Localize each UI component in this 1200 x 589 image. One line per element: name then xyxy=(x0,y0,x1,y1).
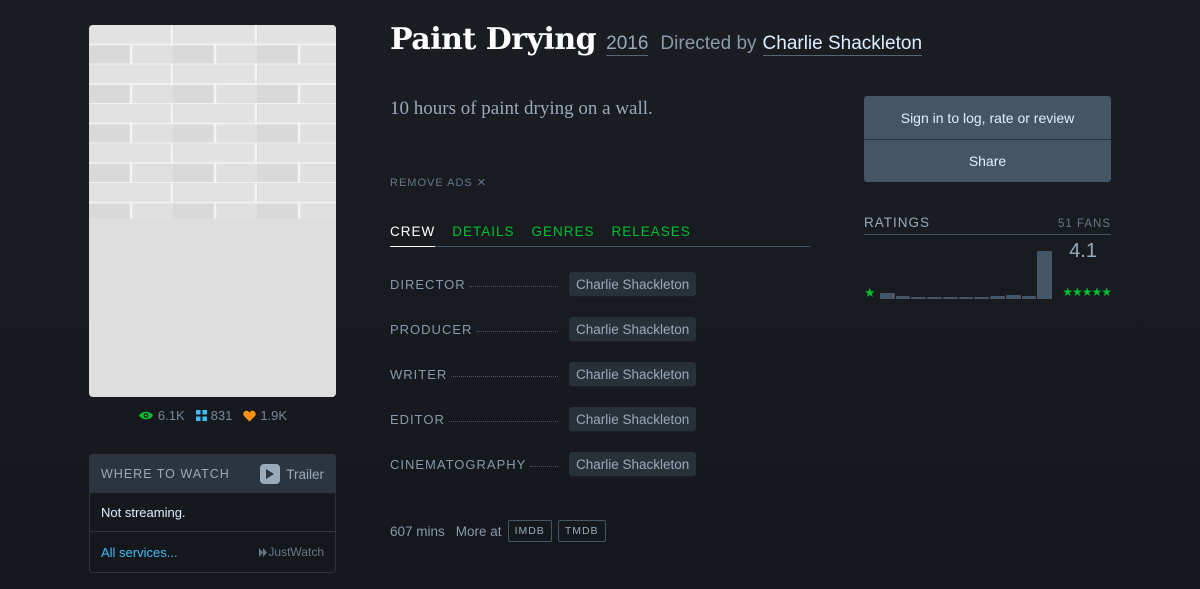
crew-person-button[interactable]: Charlie Shackleton xyxy=(569,407,697,432)
histogram-bar[interactable] xyxy=(958,297,974,299)
crew-role: WRITER xyxy=(390,367,558,382)
more-at-label: More at xyxy=(455,523,502,539)
lists-stat[interactable]: 831 xyxy=(195,408,233,423)
sign-in-button[interactable]: Sign in to log, rate or review xyxy=(864,96,1111,139)
play-icon xyxy=(260,464,281,484)
crew-row: PRODUCER Charlie Shackleton xyxy=(390,307,810,352)
crew-role-label: DIRECTOR xyxy=(390,277,466,292)
trailer-label: Trailer xyxy=(286,466,324,482)
histogram-bar[interactable] xyxy=(1037,251,1053,299)
ratings-header: RATINGS 51 FANS xyxy=(864,215,1111,235)
director-link[interactable]: Charlie Shackleton xyxy=(762,33,923,56)
crew-row: EDITOR Charlie Shackleton xyxy=(390,397,810,442)
histogram-bar[interactable] xyxy=(942,297,958,299)
film-poster xyxy=(89,25,336,397)
justwatch-logo[interactable]: JustWatch xyxy=(259,545,324,559)
directed-by-label: Directed by xyxy=(660,33,757,54)
tab-details[interactable]: DETAILS xyxy=(452,224,514,246)
five-stars-icon: ★★★★★ xyxy=(1062,285,1112,299)
crew-role-label: WRITER xyxy=(390,367,448,382)
histogram-bar[interactable] xyxy=(1005,295,1021,299)
histogram-bar[interactable] xyxy=(1021,296,1037,299)
histogram-bar[interactable] xyxy=(880,293,895,299)
justwatch-label: JustWatch xyxy=(268,545,324,559)
histogram-bar[interactable] xyxy=(911,297,927,299)
crew-person-button[interactable]: Charlie Shackleton xyxy=(569,272,697,297)
crew-person-button[interactable]: Charlie Shackleton xyxy=(569,452,697,477)
tmdb-button[interactable]: TMDB xyxy=(557,520,606,542)
all-services-link[interactable]: All services... xyxy=(101,545,178,560)
average-rating[interactable]: 4.1 xyxy=(1069,240,1097,263)
histogram-bar[interactable] xyxy=(990,296,1005,299)
watched-count: 6.1K xyxy=(157,408,185,423)
film-footer-meta: 607 mins More at IMDB TMDB xyxy=(390,520,606,542)
histogram-bars xyxy=(880,251,1053,299)
ratings-section: RATINGS 51 FANS ★ 4.1 ★★★★★ xyxy=(864,215,1112,300)
poster-image xyxy=(89,25,336,397)
crew-role-label: PRODUCER xyxy=(390,322,473,337)
crew-role: EDITOR xyxy=(390,412,558,427)
release-year-link[interactable]: 2016 xyxy=(606,33,649,56)
tab-crew[interactable]: CREW xyxy=(390,224,436,247)
tab-releases[interactable]: RELEASES xyxy=(612,224,691,246)
crew-row: WRITER Charlie Shackleton xyxy=(390,352,810,397)
dotted-leader xyxy=(530,466,558,467)
crew-role: PRODUCER xyxy=(390,322,558,337)
grid-icon xyxy=(195,410,207,421)
where-to-watch-title: WHERE TO WATCH xyxy=(101,467,230,481)
crew-role-label: CINEMATOGRAPHY xyxy=(390,457,527,472)
action-panel: Sign in to log, rate or review Share xyxy=(864,96,1111,182)
imdb-button[interactable]: IMDB xyxy=(507,520,552,542)
fans-link[interactable]: 51 FANS xyxy=(1058,218,1111,230)
one-star-icon: ★ xyxy=(864,285,876,300)
dotted-leader xyxy=(469,286,558,287)
film-header: Paint Drying 2016 Directed by Charlie Sh… xyxy=(390,22,923,57)
film-title: Paint Drying xyxy=(390,22,597,57)
crew-person-button[interactable]: Charlie Shackleton xyxy=(569,317,697,342)
ratings-histogram: ★ 4.1 ★★★★★ xyxy=(864,239,1112,300)
runtime-text: 607 mins xyxy=(390,523,445,539)
info-tabs: CREW DETAILS GENRES RELEASES xyxy=(390,224,810,247)
dotted-leader xyxy=(451,376,558,377)
film-stats: 6.1K 831 1.9K xyxy=(89,408,336,423)
lists-count: 831 xyxy=(210,408,233,423)
likes-stat[interactable]: 1.9K xyxy=(243,408,287,423)
crew-row: CINEMATOGRAPHY Charlie Shackleton xyxy=(390,442,810,487)
film-tagline: 10 hours of paint drying on a wall. xyxy=(390,98,653,119)
streaming-status: Not streaming. xyxy=(90,493,335,532)
heart-icon xyxy=(243,410,257,421)
ratings-title: RATINGS xyxy=(864,215,931,230)
where-to-watch-header: WHERE TO WATCH Trailer xyxy=(90,455,335,493)
crew-role-label: EDITOR xyxy=(390,412,445,427)
crew-list: DIRECTOR Charlie Shackleton PRODUCER Cha… xyxy=(390,262,810,487)
histogram-bar[interactable] xyxy=(895,296,911,299)
crew-role: DIRECTOR xyxy=(390,277,558,292)
remove-ads-link[interactable]: REMOVE ADS ✕ xyxy=(390,176,487,189)
eye-icon xyxy=(138,411,153,420)
crew-row: DIRECTOR Charlie Shackleton xyxy=(390,262,810,307)
histogram-bar[interactable] xyxy=(974,297,990,299)
crew-role: CINEMATOGRAPHY xyxy=(390,457,558,472)
crew-person-button[interactable]: Charlie Shackleton xyxy=(569,362,697,387)
watched-stat[interactable]: 6.1K xyxy=(138,408,185,423)
trailer-button[interactable]: Trailer xyxy=(260,464,324,484)
where-to-watch-footer: All services... JustWatch xyxy=(90,532,335,572)
where-to-watch-panel: WHERE TO WATCH Trailer Not streaming. Al… xyxy=(89,454,336,573)
tab-genres[interactable]: GENRES xyxy=(532,224,595,246)
likes-count: 1.9K xyxy=(260,408,288,423)
dotted-leader xyxy=(476,331,558,332)
share-button[interactable]: Share xyxy=(864,139,1111,182)
histogram-bar[interactable] xyxy=(927,297,942,299)
dotted-leader xyxy=(448,421,558,422)
